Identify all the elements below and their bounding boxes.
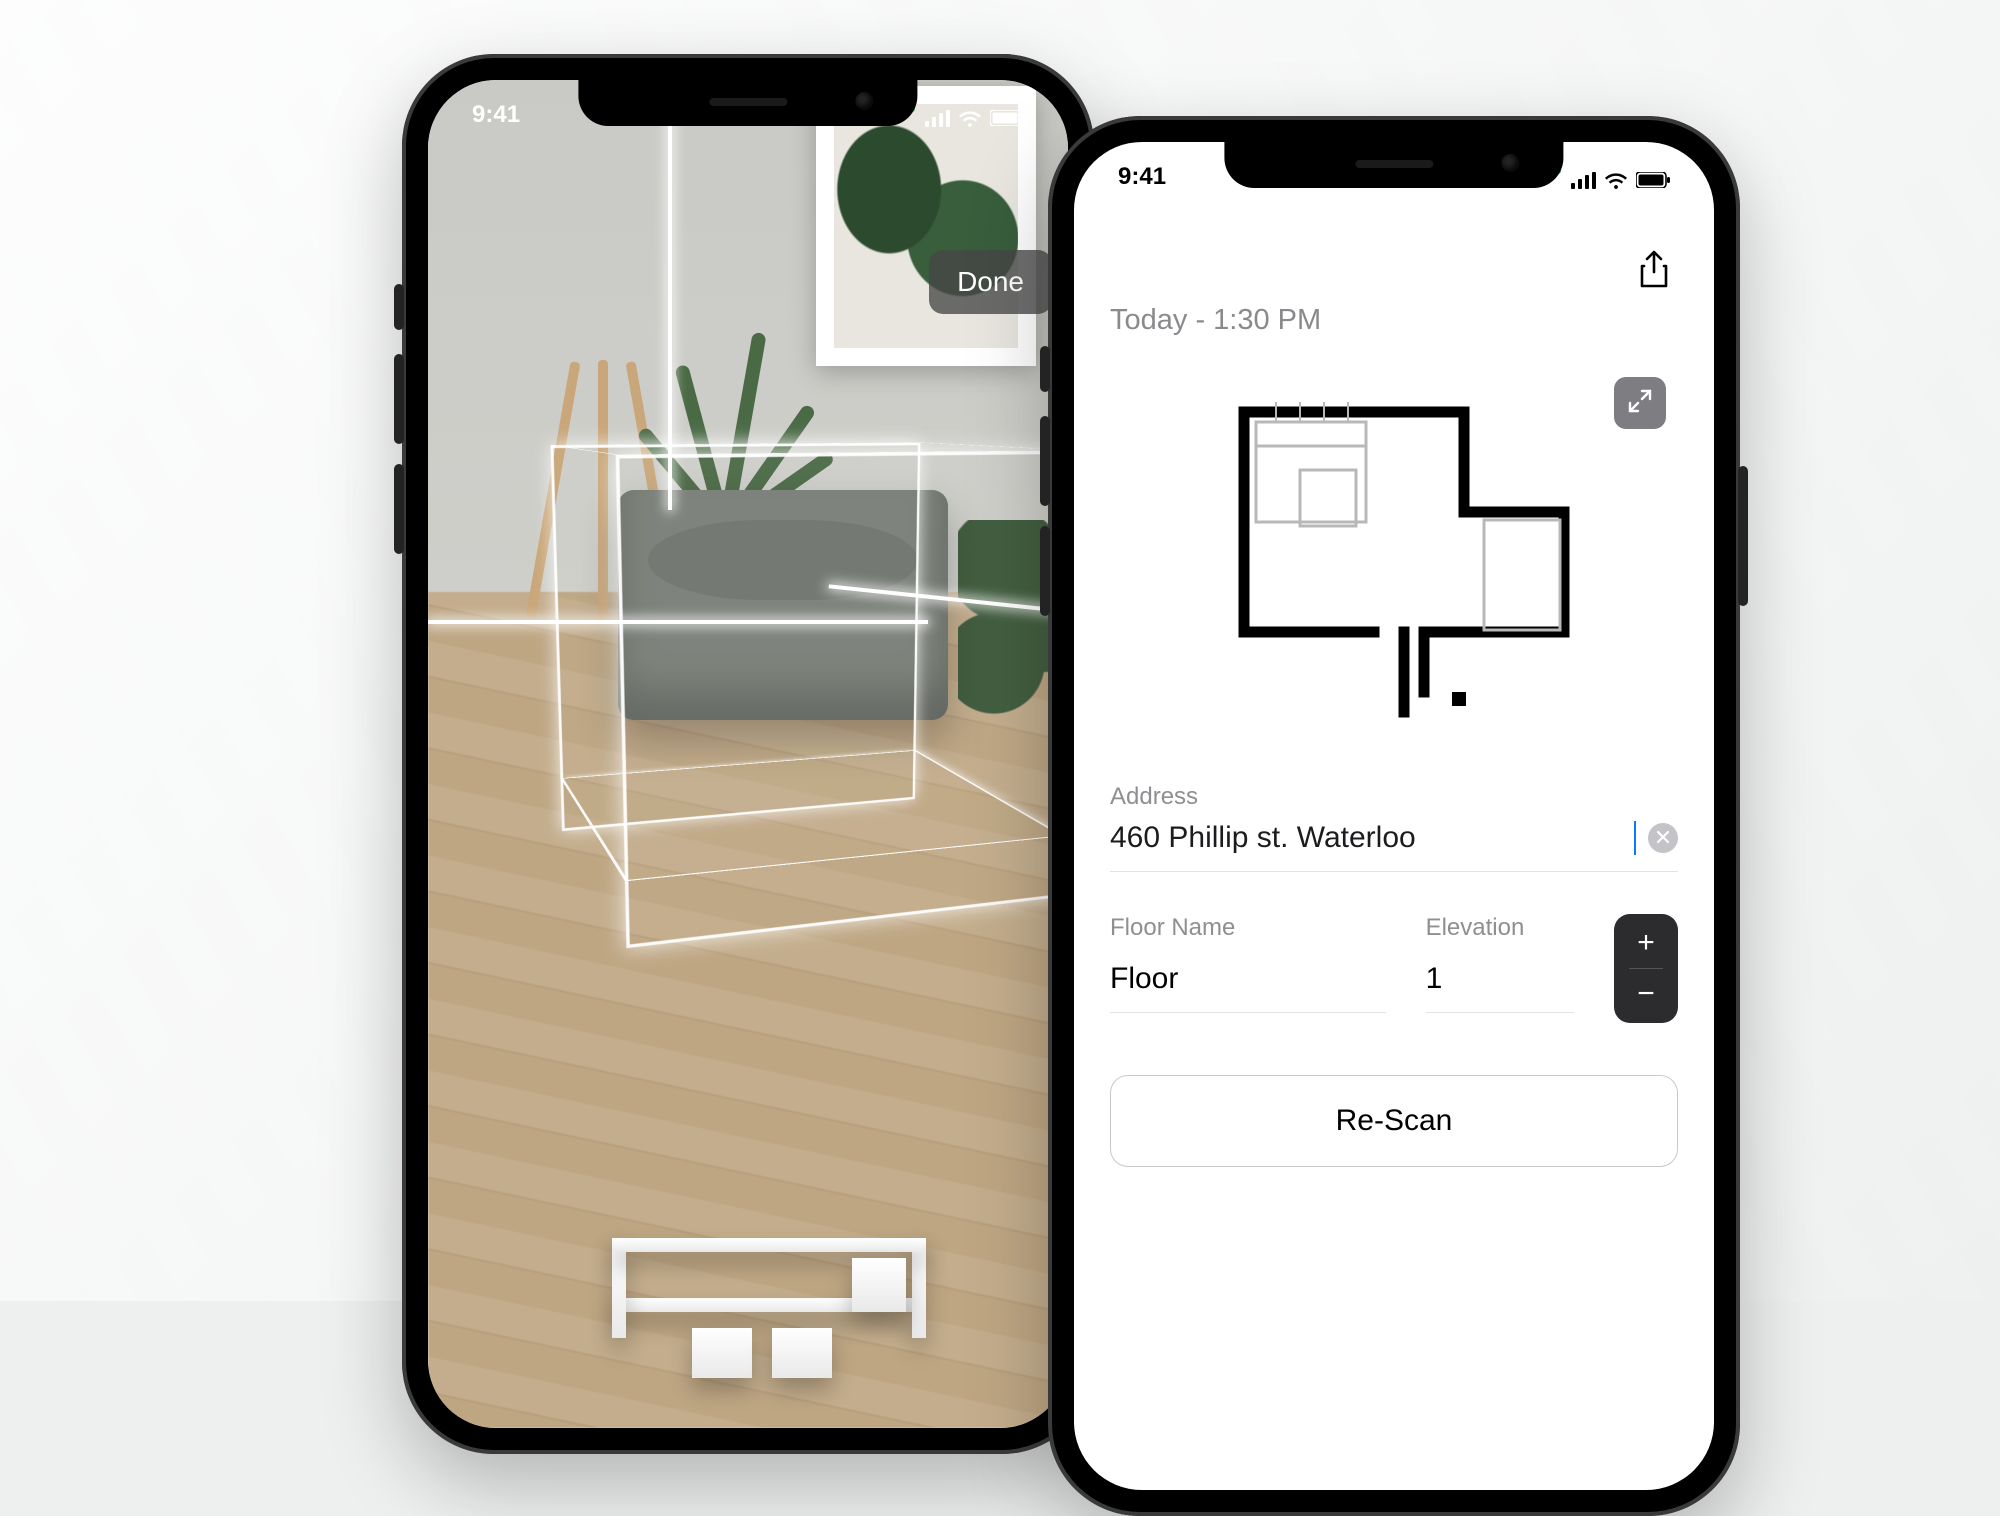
status-icons xyxy=(1555,168,1670,192)
stepper-plus-button[interactable]: + xyxy=(1614,924,1678,962)
done-button-label: Done xyxy=(957,266,1024,297)
address-input[interactable] xyxy=(1110,821,1638,855)
wifi-icon xyxy=(958,110,982,127)
clear-address-button[interactable] xyxy=(1648,823,1678,853)
phone-ar-screen: 9:41 xyxy=(428,80,1068,1428)
expand-floorplan-button[interactable] xyxy=(1614,377,1666,429)
expand-icon xyxy=(1627,388,1653,419)
battery-icon xyxy=(990,110,1024,126)
cellular-signal-icon xyxy=(1571,172,1596,189)
scan-timestamp: Today - 1:30 PM xyxy=(1110,304,1678,337)
status-icons xyxy=(909,106,1024,130)
status-time: 9:41 xyxy=(472,101,520,129)
share-button[interactable] xyxy=(1632,250,1676,294)
floorplan-svg xyxy=(1204,392,1584,732)
elevation-stepper: + − xyxy=(1614,914,1678,1023)
phone-notch xyxy=(578,80,917,126)
wifi-icon xyxy=(1604,172,1628,189)
rescan-button-label: Re-Scan xyxy=(1336,1104,1453,1137)
cellular-signal-icon xyxy=(925,110,950,127)
elevation-input[interactable] xyxy=(1426,950,1574,1013)
text-cursor xyxy=(1634,821,1636,855)
elevation-label: Elevation xyxy=(1426,914,1574,942)
done-button[interactable]: Done xyxy=(929,250,1052,314)
rescan-button[interactable]: Re-Scan xyxy=(1110,1075,1678,1167)
address-label: Address xyxy=(1110,783,1678,811)
phone-ar-scan: 9:41 xyxy=(402,54,1094,1454)
floor-name-label: Floor Name xyxy=(1110,914,1386,942)
ar-bounding-cube xyxy=(584,450,1004,870)
status-time: 9:41 xyxy=(1118,163,1166,191)
phone-edit-screen: 9:41 xyxy=(1074,142,1714,1490)
floorplan-preview[interactable] xyxy=(1110,377,1678,747)
stepper-minus-button[interactable]: − xyxy=(1614,975,1678,1013)
x-icon xyxy=(1656,828,1670,848)
battery-icon xyxy=(1636,172,1670,188)
phone-floorplan-edit: 9:41 xyxy=(1048,116,1740,1516)
floor-name-input[interactable] xyxy=(1110,950,1386,1013)
mini-3d-floorplan xyxy=(572,1178,1012,1428)
phone-notch xyxy=(1224,142,1563,188)
share-icon xyxy=(1638,250,1670,295)
